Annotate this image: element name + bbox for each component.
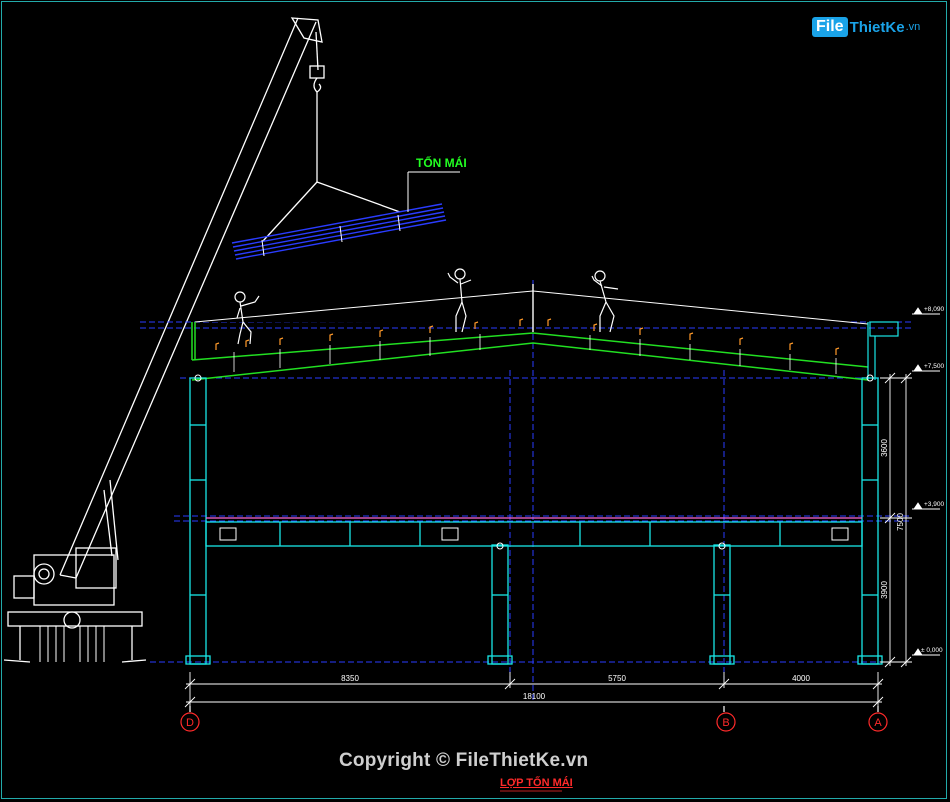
safety-rope (194, 290, 869, 325)
roof-rafter (191, 322, 869, 381)
dim-7500: 7500 (896, 513, 905, 531)
elevation-0000: ± 0,000 (921, 647, 943, 654)
grid-axis-bubbles (180, 706, 888, 732)
dim-3600: 3600 (880, 439, 889, 457)
copyright-watermark: Copyright © FileThietKe.vn (339, 750, 589, 771)
dim-8350: 8350 (341, 674, 359, 683)
drawing-title: LỢP TỐN MÁI (500, 777, 573, 789)
crane (3, 17, 401, 663)
elevation-markers (912, 307, 940, 656)
suspended-roof-sheets (231, 203, 447, 260)
horizontal-dimensions (184, 672, 884, 708)
dim-18100: 18100 (523, 692, 546, 701)
axis-d: D (186, 717, 194, 729)
dim-3900: 3900 (880, 581, 889, 599)
purlins (215, 318, 840, 355)
reference-lines (140, 280, 912, 700)
cad-drawing: 8350 5750 4000 18100 3600 7500 3900 +8,0… (3, 17, 944, 792)
elevation-8090: +8,090 (924, 306, 944, 313)
horizontal-dim-text: 8350 5750 4000 18100 (341, 674, 810, 701)
dim-5750: 5750 (608, 674, 626, 683)
dim-4000: 4000 (792, 674, 810, 683)
roof-sheet-label: TỐN MÁI (416, 156, 467, 170)
elevation-3900: +3,900 (924, 501, 944, 508)
axis-b: B (722, 717, 729, 729)
elevation-7500: +7,500 (924, 363, 944, 370)
axis-a: A (874, 717, 882, 729)
